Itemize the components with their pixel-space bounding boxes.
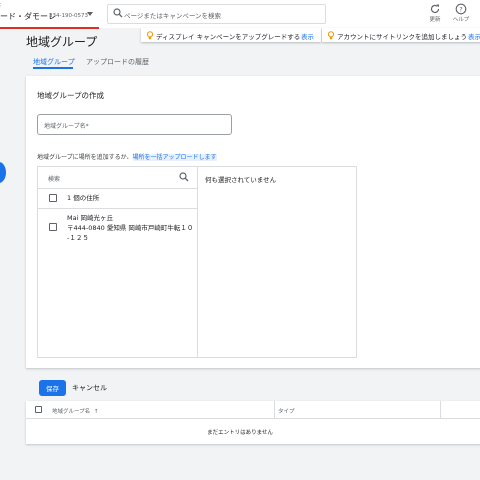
bulk-upload-hint: 地域グループに場所を追加するか、場所を一括アップロードします bbox=[37, 152, 217, 161]
page-title: 地域グループ bbox=[26, 35, 98, 49]
side-help-bubble[interactable] bbox=[0, 162, 6, 183]
search-icon bbox=[113, 8, 123, 18]
panel-divider bbox=[197, 166, 198, 358]
active-tab-indicator bbox=[33, 67, 73, 69]
select-all-checkbox[interactable] bbox=[49, 194, 57, 202]
selected-empty-state: 何も選択されていません bbox=[205, 176, 277, 184]
search-icon[interactable] bbox=[179, 172, 189, 182]
form-title: 地域グループの作成 bbox=[37, 91, 105, 100]
account-name[interactable]: ード・ダモーレ bbox=[0, 11, 56, 22]
notification-sitelinks: アカウントにサイトリンクを追加しましょう 表示 bbox=[322, 28, 480, 42]
tab-location-groups[interactable]: 地域グループ bbox=[33, 57, 75, 67]
account-dropdown-icon[interactable] bbox=[87, 12, 93, 16]
panel-search-divider bbox=[37, 188, 197, 189]
column-divider bbox=[274, 401, 275, 418]
notification-display-upgrade: ディスプレイ キャンペーンをアップグレードする 表示 bbox=[141, 28, 321, 42]
location-address-line2: -１２５ bbox=[67, 234, 89, 242]
column-divider bbox=[440, 401, 441, 418]
refresh-label[interactable]: 更新 bbox=[427, 15, 443, 23]
column-header-group-name[interactable]: 地域グループ名 ↑ bbox=[52, 407, 99, 415]
account-indicator-bar bbox=[0, 27, 99, 29]
lightbulb-icon bbox=[327, 31, 335, 40]
location-group-name-placeholder: 地域グループ名* bbox=[44, 123, 89, 130]
save-button[interactable]: 保存 bbox=[39, 380, 66, 396]
location-address-line1: 〒444-0840 愛知県 岡崎市戸崎町牛転１０ bbox=[67, 224, 194, 232]
tab-upload-history[interactable]: アップロードの履歴 bbox=[86, 57, 149, 67]
svg-text:?: ? bbox=[459, 5, 462, 13]
column-header-type[interactable]: タイプ bbox=[278, 407, 295, 415]
notification-view-link[interactable]: 表示 bbox=[468, 31, 480, 41]
search-placeholder: ページまたはキャンペーンを検索 bbox=[124, 12, 222, 20]
sort-ascending-icon[interactable]: ↑ bbox=[94, 409, 99, 415]
back-arrow-icon[interactable]: ‹ bbox=[0, 0, 1, 9]
lightbulb-icon bbox=[146, 31, 154, 40]
location-name: Mai 岡崎光ヶ丘 bbox=[67, 214, 113, 222]
bulk-upload-link[interactable]: 場所を一括アップロードします bbox=[132, 154, 217, 161]
table-select-all-checkbox[interactable] bbox=[35, 406, 42, 413]
table-empty-state: まだエントリはありません bbox=[207, 430, 273, 436]
hint-text: 地域グループに場所を追加するか、 bbox=[37, 154, 133, 161]
panel-row-divider bbox=[37, 208, 197, 209]
table-header-divider bbox=[26, 418, 480, 419]
refresh-icon[interactable] bbox=[429, 3, 441, 15]
address-count-label: 1 個の住所 bbox=[67, 194, 100, 202]
help-label[interactable]: ヘルプ bbox=[450, 15, 472, 23]
notification-text: ディスプレイ キャンペーンをアップグレードする bbox=[156, 33, 301, 41]
location-search-placeholder[interactable]: 検索 bbox=[48, 174, 60, 183]
location-checkbox[interactable] bbox=[49, 223, 57, 231]
help-icon[interactable]: ? bbox=[455, 3, 467, 15]
notification-view-link[interactable]: 表示 bbox=[301, 31, 314, 41]
notification-text: アカウントにサイトリンクを追加しましょう bbox=[337, 33, 467, 41]
cancel-button[interactable]: キャンセル bbox=[72, 380, 107, 396]
account-id: 334-190-0573 bbox=[49, 13, 88, 19]
